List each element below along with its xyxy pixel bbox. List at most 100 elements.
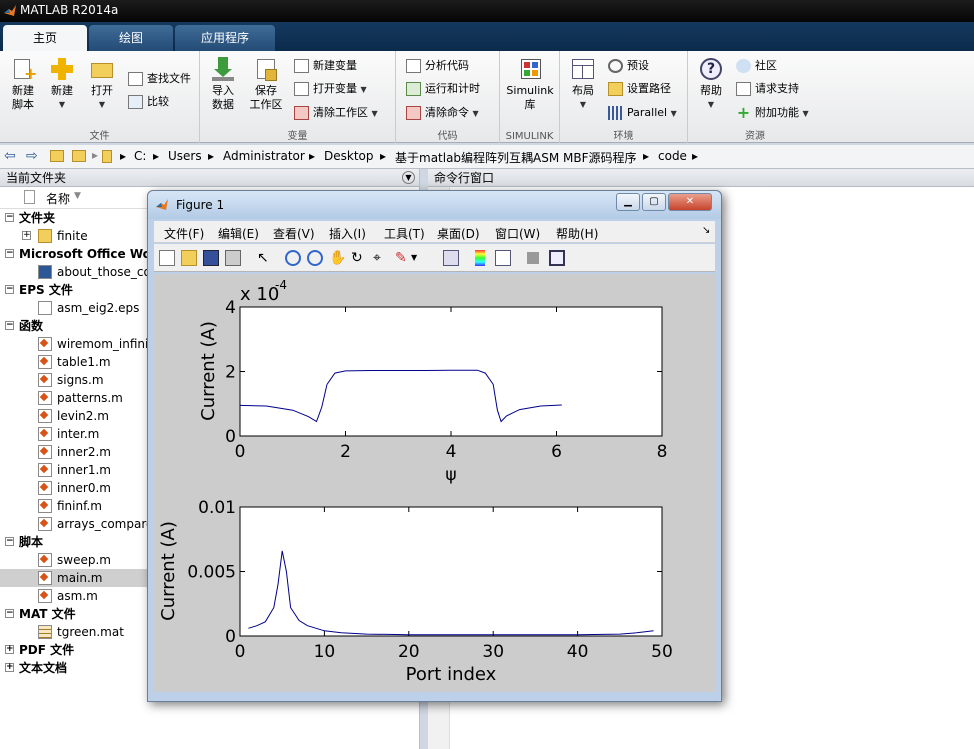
back-arrow-icon[interactable]: ⇦ [4, 148, 16, 164]
community-button[interactable]: 社区 [736, 56, 777, 76]
clear-commands-button[interactable]: 清除命令 ▼ [406, 103, 479, 123]
expand-icon[interactable]: + [5, 645, 14, 654]
axes-top[interactable]: x 10 -4 Current (A) ψ 0 2 4 6 8 0 2 4 [198, 278, 667, 485]
brush-dropdown-icon[interactable]: ▼ [411, 250, 427, 266]
menu-tools[interactable]: 工具(T) [384, 225, 425, 242]
list-item-label: inner1.m [57, 463, 111, 477]
new-variable-icon [294, 59, 309, 73]
zoom-out-icon[interactable] [307, 250, 323, 266]
find-files-button[interactable]: 查找文件 [128, 69, 191, 89]
collapse-icon[interactable]: − [5, 321, 14, 330]
collapse-icon[interactable]: − [5, 537, 14, 546]
path-segment[interactable]: C: [134, 149, 146, 163]
list-item-label: Microsoft Office Wor [19, 247, 157, 261]
show-plot-tools-icon[interactable] [549, 250, 565, 266]
pan-icon[interactable]: ✋ [329, 250, 346, 266]
tab-apps[interactable]: 应用程序 [175, 25, 275, 51]
add-ons-button[interactable]: + 附加功能 ▼ [736, 103, 809, 123]
path-segment[interactable]: code [658, 149, 687, 163]
tab-plots[interactable]: 绘图 [89, 25, 173, 51]
tab-home[interactable]: 主页 [3, 25, 87, 51]
request-support-button[interactable]: 请求支持 [736, 79, 799, 99]
run-and-time-icon [406, 82, 421, 96]
path-separator-icon: ▸ [208, 149, 215, 163]
link-plot-icon[interactable] [443, 250, 459, 266]
title-bar: MATLAB R2014a [0, 0, 974, 22]
run-and-time-button[interactable]: 运行和计时 [406, 79, 480, 99]
parallel-button[interactable]: Parallel ▼ [608, 103, 677, 123]
menu-desktop[interactable]: 桌面(D) [437, 225, 480, 242]
collapse-icon[interactable]: − [5, 213, 14, 222]
path-segment[interactable]: Users [168, 149, 202, 163]
preferences-button[interactable]: 预设 [608, 56, 649, 76]
new-figure-icon[interactable] [159, 250, 175, 266]
pointer-icon[interactable]: ↖ [257, 250, 273, 266]
script-file-icon [38, 571, 52, 585]
name-column-header[interactable]: 名称 [46, 190, 70, 207]
new-variable-button[interactable]: 新建变量 [294, 56, 357, 76]
save-workspace-button[interactable]: 保存 工作区 [246, 57, 286, 112]
list-item-label: arrays_compare [57, 517, 154, 531]
list-item-label: 脚本 [19, 535, 44, 549]
dock-arrow-icon[interactable]: ↘ [702, 225, 710, 236]
hide-plot-tools-icon[interactable] [527, 252, 539, 264]
file-group: + 新建 脚本 新建 ▼ 打开 ▼ 查找文件 比较 文件 [0, 51, 200, 143]
minimize-button[interactable]: ▁ [616, 193, 640, 211]
function-file-icon [38, 445, 52, 459]
brush-icon[interactable]: ✎ [395, 250, 411, 266]
collapse-icon[interactable]: − [5, 285, 14, 294]
import-data-button[interactable]: 导入 数据 [206, 57, 240, 112]
menu-insert[interactable]: 插入(I) [329, 225, 366, 242]
expand-icon[interactable]: + [22, 231, 31, 240]
up-folder-icon[interactable] [50, 150, 64, 162]
path-segment[interactable]: Desktop [324, 149, 374, 163]
path-folder-icon [102, 150, 112, 163]
plot-area: x 10 -4 Current (A) ψ 0 2 4 6 8 0 2 4 Current (… [158, 278, 673, 685]
menu-window[interactable]: 窗口(W) [495, 225, 540, 242]
open-variable-button[interactable]: 打开变量 ▼ [294, 79, 367, 99]
open-file-icon[interactable] [181, 250, 197, 266]
save-icon[interactable] [203, 250, 219, 266]
list-item-label: levin2.m [57, 409, 109, 423]
address-bar: ⇦ ⇨ ▸ ▸ C: ▸ Users ▸ Administrator ▸ Des… [0, 145, 974, 169]
menu-file[interactable]: 文件(F) [164, 225, 204, 242]
zoom-in-icon[interactable] [285, 250, 301, 266]
panel-menu-icon[interactable]: ▼ [402, 171, 415, 184]
list-item-label: patterns.m [57, 391, 123, 405]
new-button[interactable]: 新建 ▼ [44, 57, 80, 112]
word-doc-icon [38, 265, 52, 279]
menu-view[interactable]: 查看(V) [273, 225, 315, 242]
x-tick-label: 8 [657, 442, 668, 462]
rotate-icon[interactable]: ↻ [351, 250, 367, 266]
menu-edit[interactable]: 编辑(E) [218, 225, 259, 242]
list-item-label: table1.m [57, 355, 111, 369]
close-button[interactable]: ✕ [668, 193, 712, 211]
path-separator-icon: ▸ [309, 149, 316, 163]
menu-help[interactable]: 帮助(H) [556, 225, 598, 242]
print-icon[interactable] [225, 250, 241, 266]
simulink-library-button[interactable]: Simulink 库 [505, 57, 555, 112]
new-script-button[interactable]: + 新建 脚本 [6, 57, 40, 112]
path-segment[interactable]: 基于matlab编程阵列互耦ASM MBF源码程序 [395, 149, 637, 166]
data-cursor-icon[interactable]: ⌖ [373, 250, 389, 266]
expand-icon[interactable]: + [5, 663, 14, 672]
file-icon [38, 301, 52, 315]
forward-arrow-icon[interactable]: ⇨ [26, 148, 38, 164]
list-item-label: 函数 [19, 319, 44, 333]
clear-workspace-button[interactable]: 清除工作区 ▼ [294, 103, 378, 123]
maximize-button[interactable]: ▢ [642, 193, 666, 211]
axes-bottom[interactable]: Current (A) Port index 0 10 20 30 40 50 0 0.005… [158, 498, 673, 685]
browse-folder-icon[interactable] [72, 150, 86, 162]
colorbar-icon[interactable] [475, 250, 485, 266]
set-path-button[interactable]: 设置路径 [608, 79, 671, 99]
compare-button[interactable]: 比较 [128, 92, 169, 112]
collapse-icon[interactable]: − [5, 249, 14, 258]
resources-group: ? 帮助 ▼ 社区 请求支持 + 附加功能 ▼ 资源 [688, 51, 822, 143]
legend-icon[interactable] [495, 250, 511, 266]
layout-button[interactable]: 布局 ▼ [566, 57, 600, 112]
open-button[interactable]: 打开 ▼ [84, 57, 120, 112]
path-segment[interactable]: Administrator [223, 149, 305, 163]
collapse-icon[interactable]: − [5, 609, 14, 618]
help-button[interactable]: ? 帮助 ▼ [694, 57, 728, 112]
analyze-code-button[interactable]: 分析代码 [406, 56, 469, 76]
